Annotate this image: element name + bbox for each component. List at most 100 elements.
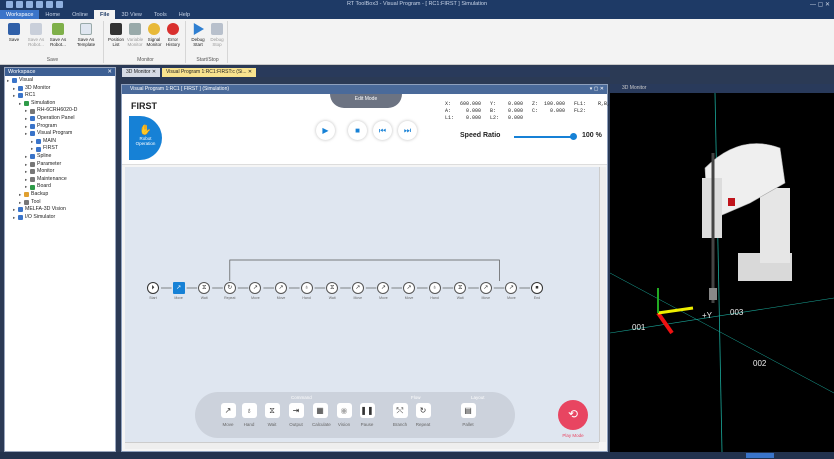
palette-pause-button[interactable]: ❚❚ Pause — [359, 403, 375, 427]
vision-icon: ◉ — [336, 403, 352, 418]
palette-hand-button[interactable]: ♁ Hand — [241, 403, 257, 427]
flow-node-end[interactable]: ⏹ — [531, 282, 543, 294]
mode-indicator[interactable]: Edit Mode — [330, 94, 402, 108]
tree-node[interactable]: ▸ Visual — [7, 77, 113, 85]
tree-node[interactable]: ▸ RC1 — [7, 92, 113, 100]
flow-node-hand[interactable]: ♁ — [300, 282, 313, 294]
tab-visual-program[interactable]: Visual Program 1:RC1:FIRST:c (Si... ✕ — [162, 68, 257, 77]
error-history-button[interactable]: Error History — [163, 23, 183, 47]
tree-node[interactable]: ▸ Spline — [7, 153, 113, 161]
tree-node[interactable]: ▸ 3D Monitor — [7, 85, 113, 93]
hand-icon: ♁ — [241, 403, 257, 418]
speed-ratio-slider-knob[interactable] — [570, 133, 577, 140]
speed-ratio-track[interactable] — [514, 136, 574, 138]
flow-node-label: Hand — [430, 296, 439, 300]
tree-node[interactable]: ▸ Program — [7, 123, 113, 131]
tree-node-icon — [18, 207, 23, 213]
menu-tab-3d-view[interactable]: 3D View — [115, 10, 147, 19]
x-axis-arrow — [656, 311, 674, 335]
vertical-scrollbar[interactable] — [599, 167, 606, 442]
menu-tab-file[interactable]: File — [94, 10, 116, 19]
palette-vision-button[interactable]: ◉ Vision — [336, 403, 352, 427]
tree-node[interactable]: ▸ FIRST — [7, 145, 113, 153]
palette-branch-button[interactable]: ⤲ Branch — [392, 403, 408, 427]
save-button[interactable]: Save — [4, 23, 24, 42]
workspace-panel: Workspace ✕ ▸ Visual ▸ 3D Monitor ▸ RC1 ▸ Simula… — [4, 67, 116, 452]
panel-controls[interactable]: ▾ ▢ ✕ — [590, 85, 604, 94]
tree-node[interactable]: ▸ Simulation — [7, 100, 113, 108]
save-robot-icon — [52, 23, 64, 35]
flow-node-repeat[interactable]: ↻ — [223, 282, 236, 294]
robot-logo — [728, 198, 735, 206]
flow-node-label: Move — [481, 296, 491, 300]
menu-tab-home[interactable]: Home — [39, 10, 66, 19]
flow-node-move[interactable]: ↗ — [479, 282, 492, 294]
flow-node-label: End — [533, 296, 541, 300]
close-tab-icon[interactable]: ✕ — [247, 69, 252, 75]
repeat-loop-connector — [229, 259, 500, 281]
tree-node[interactable]: ▸ Maintenance — [7, 176, 113, 184]
frame-label-002: 002 — [753, 359, 767, 368]
tree-node[interactable]: ▸ Operation Panel — [7, 115, 113, 123]
flowchart-canvas[interactable]: Command Flow Layout ↗ Move ♁ Hand ⧖ Wait ⇥ Output ▦… — [125, 167, 599, 442]
palette-group-label: Flow — [411, 395, 421, 400]
tree-node[interactable]: ▸ Parameter — [7, 161, 113, 169]
stop-button[interactable]: ■ — [348, 121, 367, 140]
palette-pallet-button[interactable]: ▤ Pallet — [460, 403, 476, 427]
flow-node-move[interactable]: ↗ — [275, 282, 287, 294]
palette-move-button[interactable]: ↗ Move — [220, 403, 236, 427]
tree-node[interactable]: ▸ MELFA-3D Vision — [7, 206, 113, 214]
ribbon-group-label: Monitor — [137, 57, 154, 63]
step-forward-button[interactable]: ⏭ — [398, 121, 417, 140]
tree-node[interactable]: ▸ Board — [7, 183, 113, 191]
flow-node-move[interactable]: ↗ — [403, 282, 415, 294]
palette-output-button[interactable]: ⇥ Output — [288, 403, 304, 427]
tab-3d-monitor[interactable]: 3D Monitor ✕ — [122, 68, 161, 77]
window-controls[interactable]: — ▢ ✕ — [810, 1, 830, 8]
tree-node[interactable]: ▸ Tool — [7, 199, 113, 207]
save-as-template-button[interactable]: Save As Template — [72, 23, 100, 47]
play-icon — [193, 23, 204, 35]
play-mode-button[interactable]: ⟲ — [558, 400, 588, 430]
flow-node-move[interactable]: ↗ — [172, 282, 185, 294]
tree-node[interactable]: ▸ Visual Program — [7, 130, 113, 138]
tab-3d-monitor-right[interactable]: 3D Monitor — [610, 84, 834, 93]
palette-item-label: Output — [289, 422, 303, 427]
menu-tab-online[interactable]: Online — [66, 10, 94, 19]
tree-node[interactable]: ▸ RH-6CRH6020-D — [7, 107, 113, 115]
palette-repeat-button[interactable]: ↻ Repeat — [415, 403, 431, 427]
3d-monitor-view[interactable]: +Y 003 001 002 — [610, 93, 834, 452]
tree-node-label: FIRST — [43, 145, 58, 152]
tree-node[interactable]: ▸ MAIN — [7, 138, 113, 146]
debug-start-button[interactable]: Debug Start — [188, 23, 208, 47]
flow-node-hand[interactable]: ♁ — [428, 282, 441, 294]
play-button[interactable]: ▶ — [316, 121, 335, 140]
flow-node-start[interactable]: ⏵ — [147, 282, 159, 294]
floppy-icon — [8, 23, 20, 35]
position-list-button[interactable]: Position List — [106, 23, 126, 47]
close-tab-icon[interactable]: ✕ — [150, 69, 156, 75]
status-bar — [0, 452, 834, 459]
robot-operation-button[interactable]: ✋ Robot Operation — [129, 116, 162, 160]
tree-node-label: Parameter — [37, 160, 62, 167]
save-as-robot-button[interactable]: Save As Robot... — [26, 23, 46, 47]
tree-node-icon — [30, 169, 35, 175]
workspace-close-icon[interactable]: ✕ — [107, 68, 112, 76]
menu-tab-tools[interactable]: Tools — [148, 10, 173, 19]
variable-monitor-button[interactable]: Variable Monitor — [125, 23, 145, 47]
palette-calculate-button[interactable]: ▦ Calculate — [312, 403, 331, 427]
menu-tab-workspace[interactable]: Workspace — [0, 10, 40, 19]
palette-wait-button[interactable]: ⧖ Wait — [264, 403, 280, 427]
signal-monitor-button[interactable]: Signal Monitor — [144, 23, 164, 47]
tree-node[interactable]: ▸ I/O Simulator — [7, 214, 113, 222]
save-as-robot-button-2[interactable]: Save As Robot... — [48, 23, 68, 47]
flow-node-move[interactable]: ↗ — [351, 282, 364, 294]
tree-node-icon — [36, 139, 41, 145]
horizontal-scrollbar[interactable] — [125, 442, 599, 449]
tree-node[interactable]: ▸ Backup — [7, 191, 113, 199]
menu-tab-help[interactable]: Help — [173, 10, 196, 19]
debug-stop-button[interactable]: Debug Stop — [207, 23, 227, 47]
save-as-icon — [30, 23, 42, 35]
step-back-button[interactable]: ⏮ — [373, 121, 392, 140]
tree-node[interactable]: ▸ Monitor — [7, 168, 113, 176]
